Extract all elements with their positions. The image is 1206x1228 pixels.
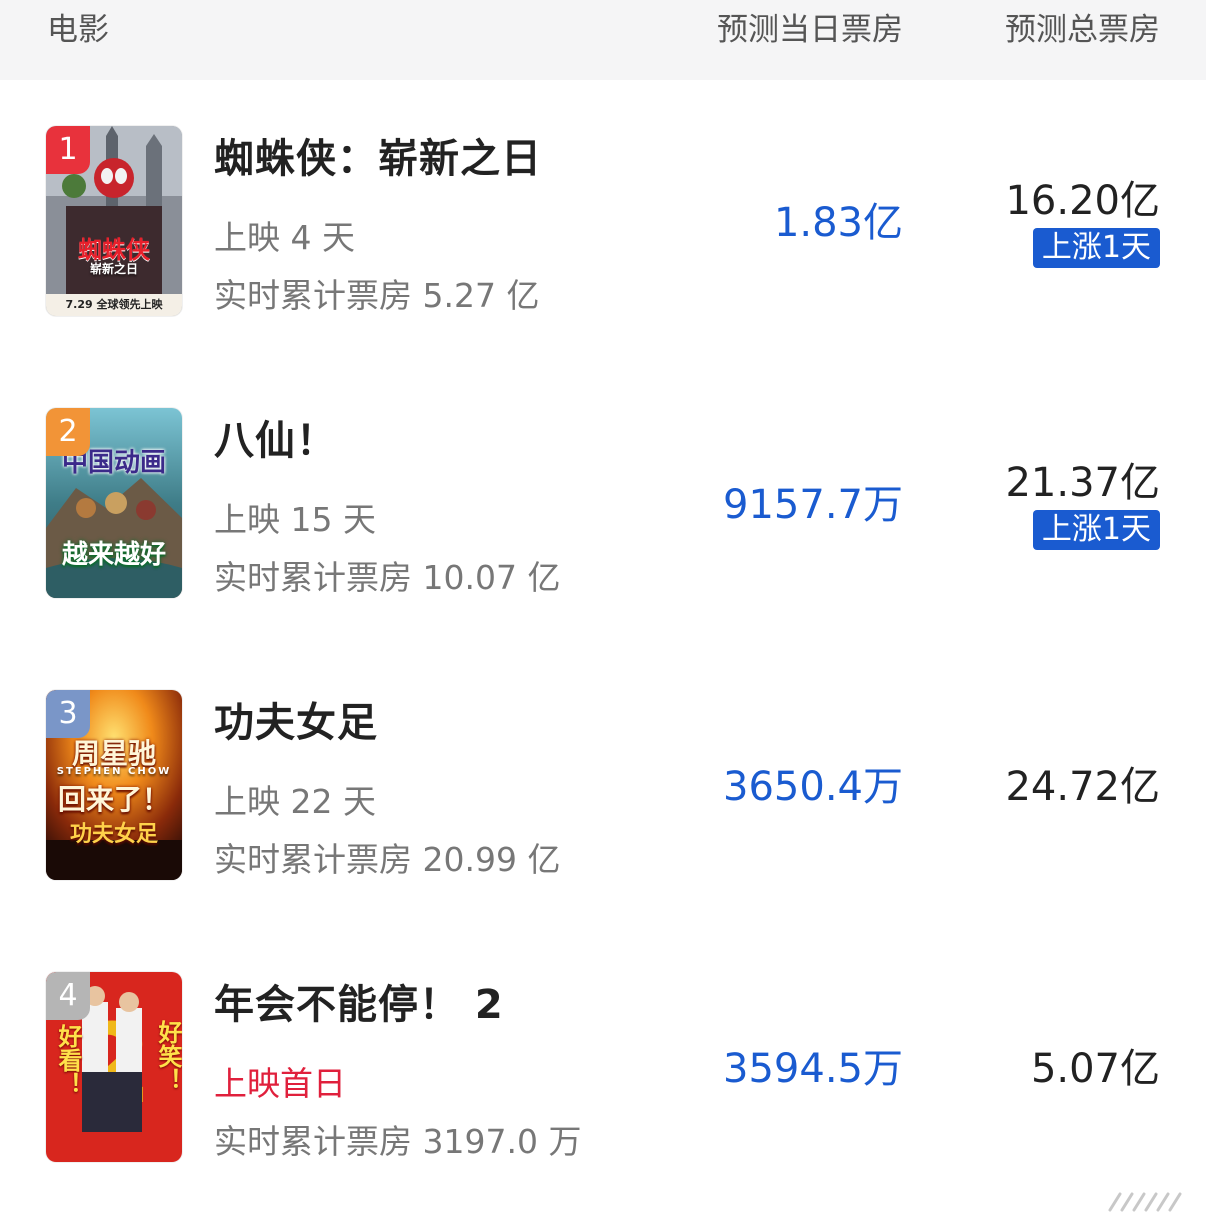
- cumulative-box-office: 实时累计票房 5.27 亿: [214, 276, 540, 315]
- movie-row[interactable]: 蜘蛛侠 崭新之日 7.29 全球领先上映 1 蜘蛛侠：崭新之日 上映 4 天 实…: [0, 126, 1206, 326]
- total-forecast: 24.72亿: [1005, 764, 1160, 810]
- release-days: 上映 22 天: [214, 782, 376, 821]
- header-total-forecast[interactable]: 预测总票房: [1005, 10, 1160, 50]
- trend-badge: 上涨1天: [1032, 510, 1160, 550]
- movie-title[interactable]: 功夫女足: [214, 698, 378, 748]
- cumulative-box-office: 实时累计票房 20.99 亿: [214, 840, 561, 879]
- rank-badge: 1: [46, 126, 90, 174]
- movie-poster[interactable]: 中国动画 越来越好 2: [46, 408, 182, 598]
- release-days: 上映 4 天: [214, 218, 355, 257]
- watermark-icon: [1108, 1192, 1182, 1212]
- movie-poster[interactable]: 2 好看！ 好笑！ 4: [46, 972, 182, 1162]
- movie-title[interactable]: 蜘蛛侠：崭新之日: [214, 134, 542, 184]
- today-forecast: 3594.5万: [723, 1046, 903, 1092]
- today-forecast: 9157.7万: [723, 482, 903, 528]
- movie-title[interactable]: 八仙！: [214, 416, 337, 466]
- poster-subtitle: 回来了！: [57, 783, 170, 816]
- poster-logo: 功夫女足: [69, 822, 158, 847]
- poster-date: 7.29 全球领先上映: [65, 298, 163, 311]
- poster-english-name: STEPHEN CHOW: [56, 766, 172, 777]
- rank-badge: 4: [46, 972, 90, 1020]
- poster-left-text: 好看！: [54, 1024, 82, 1096]
- movie-row[interactable]: 周星驰 STEPHEN CHOW 回来了！ 功夫女足 3 功夫女足 上映 22 …: [0, 690, 1206, 890]
- trend-badge: 上涨1天: [1032, 228, 1160, 268]
- total-forecast: 5.07亿: [1030, 1046, 1160, 1092]
- today-forecast: 3650.4万: [723, 764, 903, 810]
- poster-right-text: 好笑！: [154, 1020, 182, 1092]
- table-header: 电影 预测当日票房 预测总票房: [0, 0, 1206, 80]
- movie-title[interactable]: 年会不能停！ 2: [214, 980, 504, 1030]
- today-forecast: 1.83亿: [773, 200, 903, 246]
- header-today-forecast[interactable]: 预测当日票房: [717, 10, 903, 50]
- movie-poster[interactable]: 蜘蛛侠 崭新之日 7.29 全球领先上映 1: [46, 126, 182, 316]
- rank-badge: 3: [46, 690, 90, 738]
- poster-subtitle: 崭新之日: [89, 262, 138, 276]
- cumulative-box-office: 实时累计票房 3197.0 万: [214, 1122, 582, 1161]
- release-days: 上映 15 天: [214, 500, 376, 539]
- cumulative-box-office: 实时累计票房 10.07 亿: [214, 558, 561, 597]
- total-forecast: 21.37亿: [1005, 460, 1160, 506]
- poster-subtitle: 越来越好: [61, 540, 166, 570]
- rank-badge: 2: [46, 408, 90, 456]
- header-movie[interactable]: 电影: [47, 10, 109, 50]
- movie-poster[interactable]: 周星驰 STEPHEN CHOW 回来了！ 功夫女足 3: [46, 690, 182, 880]
- total-forecast: 16.20亿: [1005, 178, 1160, 224]
- release-days: 上映首日: [214, 1064, 346, 1103]
- movie-row[interactable]: 中国动画 越来越好 2 八仙！ 上映 15 天 实时累计票房 10.07 亿 9…: [0, 408, 1206, 608]
- movie-row[interactable]: 2 好看！ 好笑！ 4 年会不能停！ 2 上映首日 实时累计票房 3197.0 …: [0, 972, 1206, 1172]
